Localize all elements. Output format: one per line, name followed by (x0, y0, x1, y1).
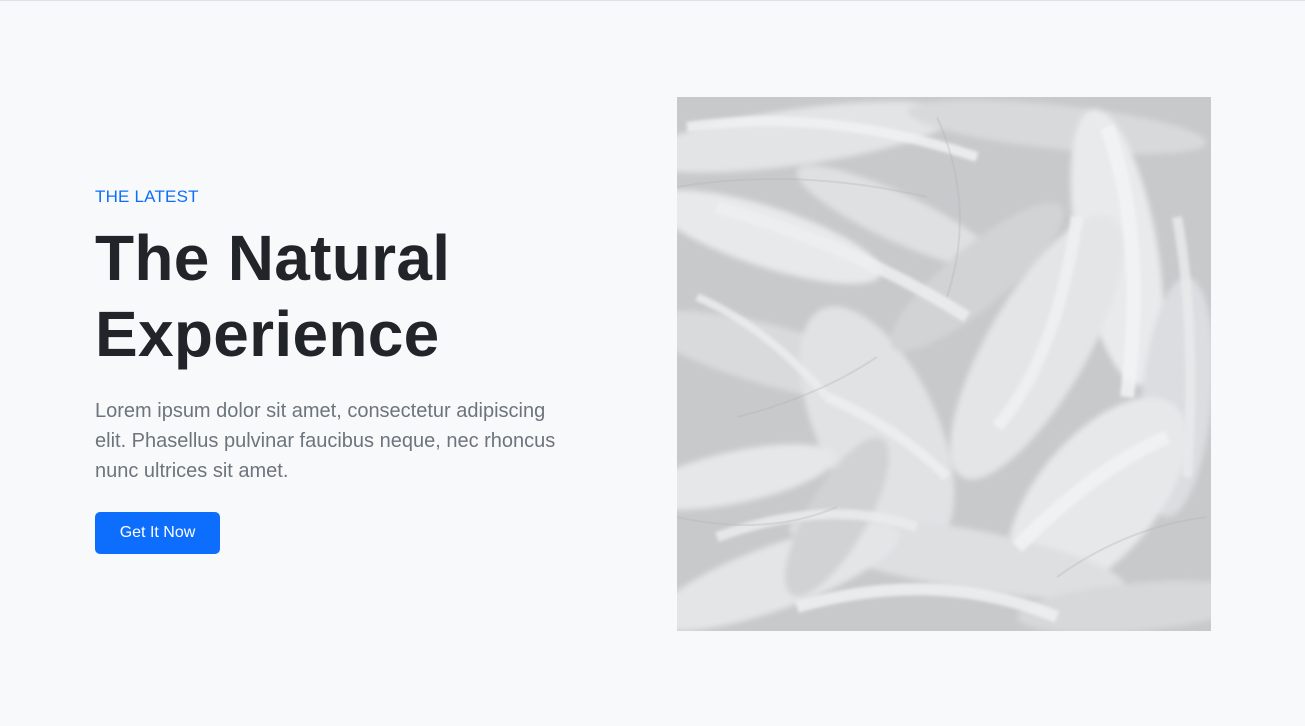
hero-headline: The Natural Experience (95, 220, 575, 372)
get-it-now-button[interactable]: Get It Now (95, 512, 220, 554)
hero-text-block: THE LATEST The Natural Experience Lorem … (95, 186, 575, 554)
headline-line-2: Experience (95, 298, 440, 370)
hero-lead-text: Lorem ipsum dolor sit amet, consectetur … (95, 400, 556, 482)
hero-image (677, 97, 1211, 631)
paint-strokes-image (677, 97, 1211, 631)
hero-section: THE LATEST The Natural Experience Lorem … (0, 0, 1305, 726)
eyebrow-label: THE LATEST (95, 187, 199, 206)
headline-line-1: The Natural (95, 222, 451, 294)
